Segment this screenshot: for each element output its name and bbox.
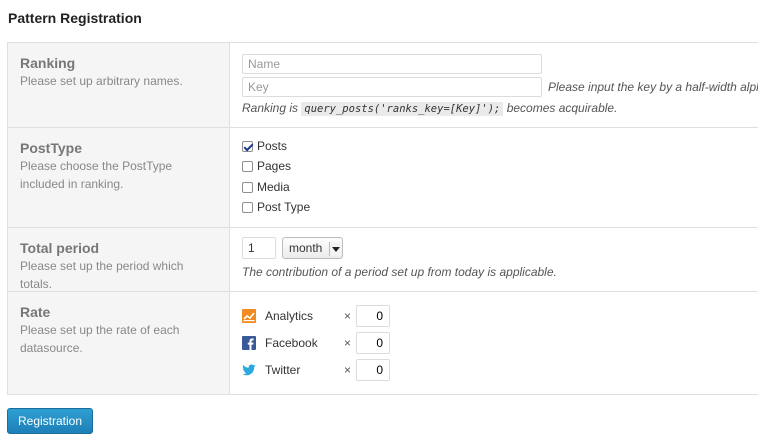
pattern-form-table: Ranking Please set up arbitrary names. P… [7, 42, 758, 395]
posttype-label: PostType [20, 140, 82, 156]
analytics-label: Analytics [265, 309, 314, 323]
key-hint: Please input the key by a half-width alp… [548, 80, 758, 94]
period-unit-value: month [289, 241, 323, 255]
twitter-times: × [344, 363, 352, 377]
ranking-field-cell: Please input the key by a half-width alp… [230, 43, 758, 127]
rate-row: Rate Please set up the rate of each data… [8, 292, 758, 394]
posttype-option-post-type[interactable]: Post Type [242, 200, 310, 214]
facebook-icon [242, 336, 256, 350]
post-type-label: Post Type [257, 200, 311, 214]
ranking-label: Ranking [20, 55, 76, 71]
ranking-info: Ranking is query_posts('ranks_key=[Key]'… [242, 101, 618, 116]
period-note: The contribution of a period set up from… [242, 265, 557, 279]
period-label-cell: Total period Please set up the period wh… [8, 228, 230, 291]
posttype-option-posts[interactable]: Posts [242, 139, 287, 153]
ranking-row: Ranking Please set up arbitrary names. P… [8, 43, 758, 128]
facebook-rate-input[interactable] [356, 332, 390, 354]
ranking-label-cell: Ranking Please set up arbitrary names. [8, 43, 230, 127]
twitter-label: Twitter [265, 363, 301, 377]
registration-button[interactable]: Registration [7, 408, 93, 434]
period-desc: Please set up the period which totals. [20, 259, 184, 291]
rate-source-analytics: Analytics × [242, 305, 390, 327]
twitter-icon [242, 364, 256, 376]
rate-source-facebook: Facebook × [242, 332, 390, 354]
analytics-icon [242, 309, 256, 323]
ranking-info-suffix: becomes acquirable. [506, 101, 618, 115]
ranking-info-prefix: Ranking is [242, 101, 299, 115]
rate-label-cell: Rate Please set up the rate of each data… [8, 292, 230, 394]
posts-checkbox[interactable] [242, 140, 253, 152]
media-label: Media [257, 180, 290, 194]
rate-label: Rate [20, 304, 51, 320]
analytics-rate-input[interactable] [356, 305, 390, 327]
ranking-desc: Please set up arbitrary names. [20, 74, 183, 88]
pages-checkbox[interactable] [242, 160, 253, 172]
period-field-cell: month The contribution of a period set u… [230, 228, 758, 291]
facebook-times: × [344, 336, 352, 350]
posttype-option-media[interactable]: Media [242, 180, 290, 194]
period-unit-select[interactable]: month [282, 237, 343, 259]
rate-source-twitter: Twitter × [242, 359, 390, 381]
period-label: Total period [20, 240, 100, 256]
chevron-down-icon [329, 242, 341, 256]
ranking-info-code: query_posts('ranks_key=[Key]'); [301, 102, 504, 116]
posts-label: Posts [257, 139, 288, 153]
ranking-key-input[interactable] [242, 77, 542, 97]
pages-label: Pages [257, 159, 292, 173]
twitter-rate-input[interactable] [356, 359, 390, 381]
posttype-desc: Please choose the PostType included in r… [20, 159, 173, 191]
post-type-checkbox[interactable] [242, 201, 253, 213]
posttype-row: PostType Please choose the PostType incl… [8, 128, 758, 228]
rate-field-cell: Analytics × Facebook × Twitter × [230, 292, 758, 394]
period-value-input[interactable] [242, 237, 276, 259]
page-title: Pattern Registration [8, 10, 142, 26]
facebook-label: Facebook [265, 336, 318, 350]
posttype-label-cell: PostType Please choose the PostType incl… [8, 128, 230, 227]
rate-desc: Please set up the rate of each datasourc… [20, 323, 180, 355]
posttype-option-pages[interactable]: Pages [242, 159, 291, 173]
period-row: Total period Please set up the period wh… [8, 228, 758, 292]
ranking-name-input[interactable] [242, 54, 542, 74]
analytics-times: × [344, 309, 352, 323]
posttype-field-cell: Posts Pages Media Post Type [230, 128, 758, 227]
media-checkbox[interactable] [242, 181, 253, 193]
